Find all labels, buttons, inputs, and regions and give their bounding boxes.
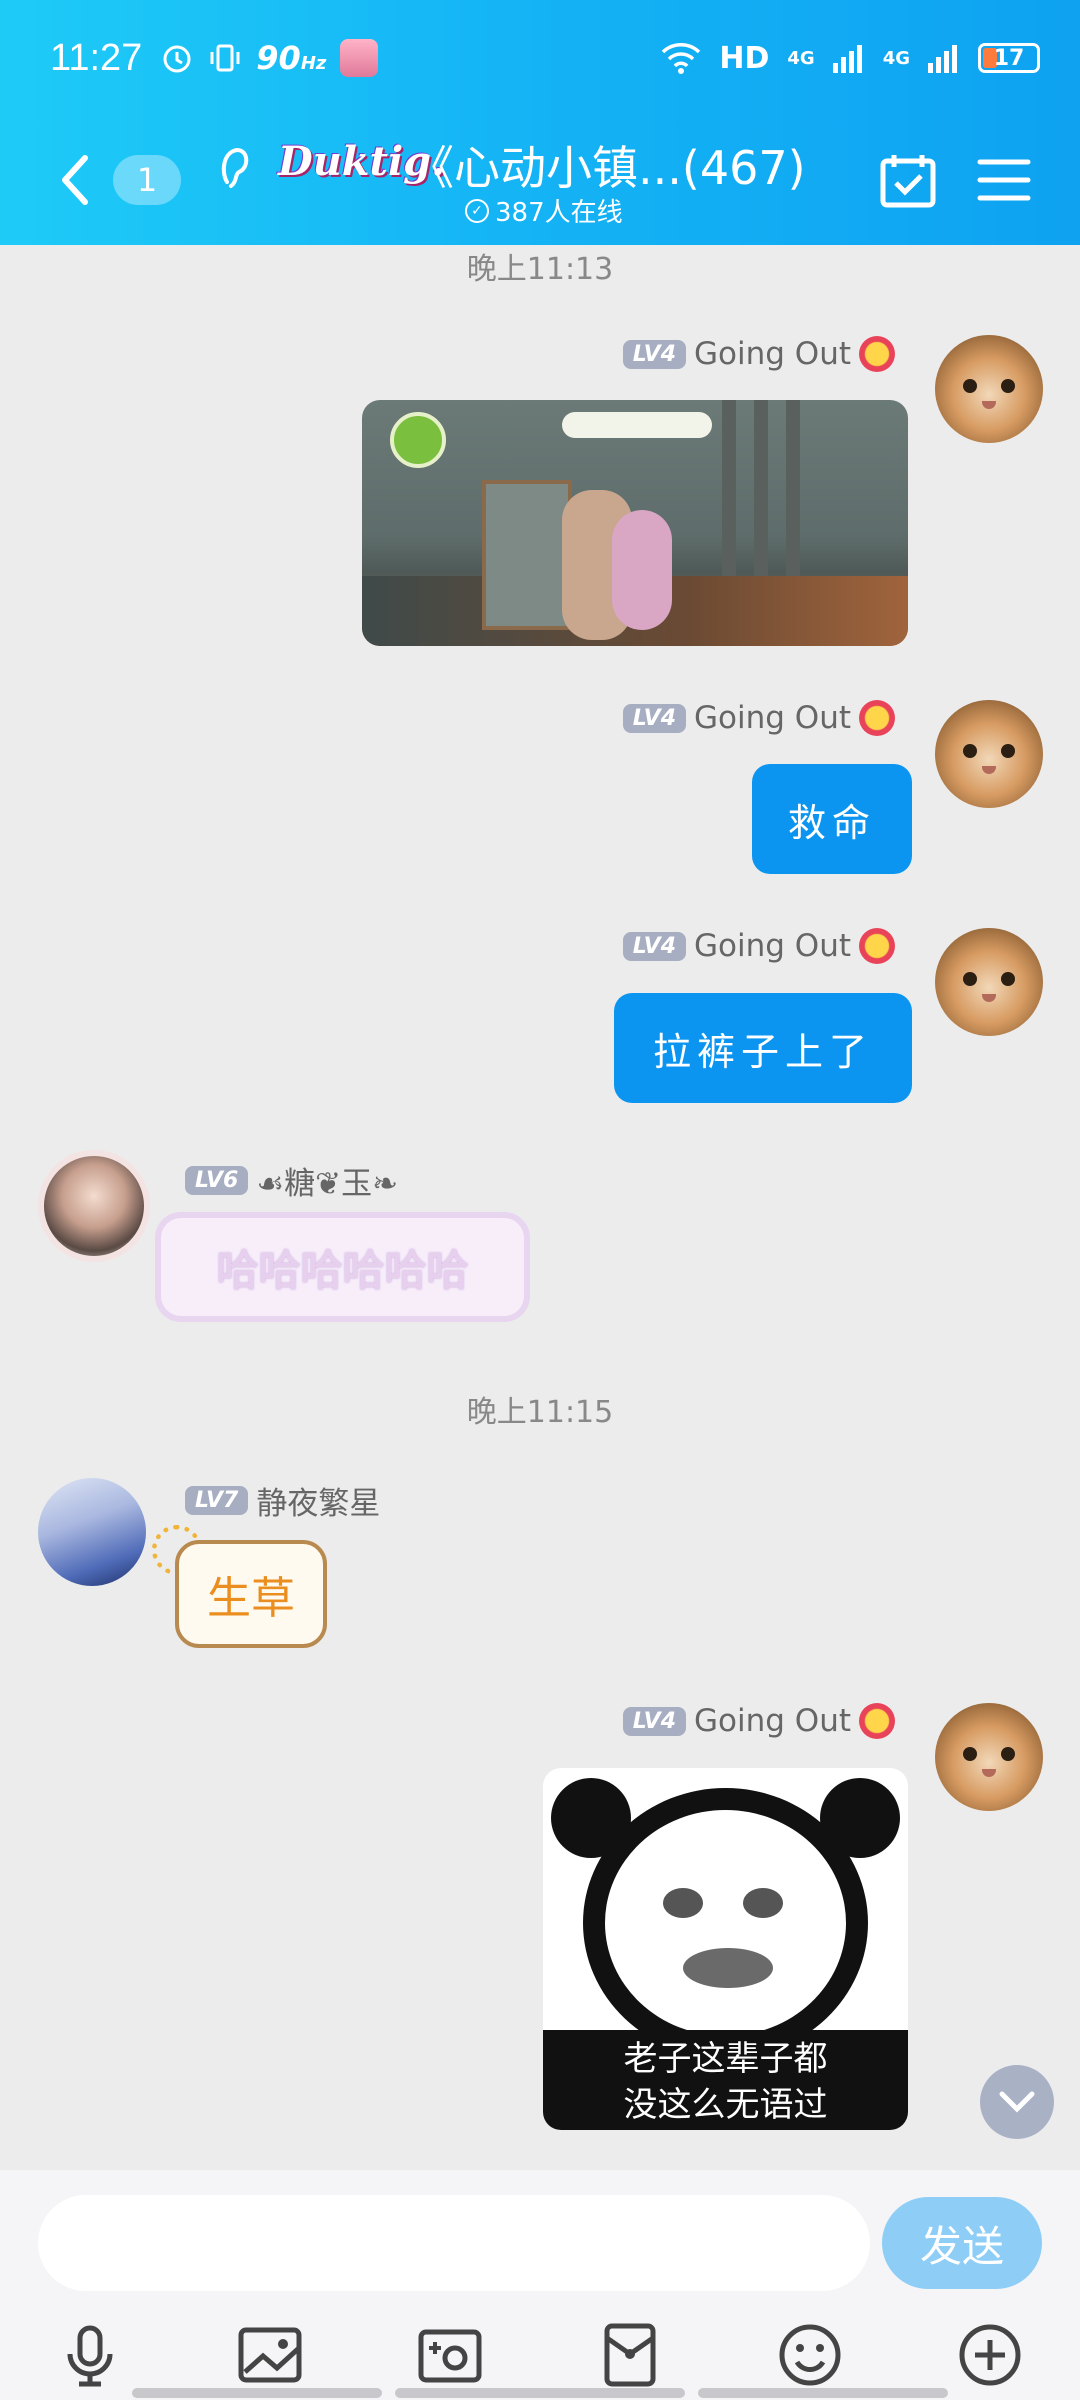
level-badge: LV4 xyxy=(622,339,687,369)
plus-icon[interactable] xyxy=(955,2320,1025,2390)
avatar[interactable] xyxy=(38,1150,150,1262)
meme-image-message[interactable]: 老子这辈子都 没这么无语过 xyxy=(543,1768,908,2130)
scroll-to-bottom-button[interactable] xyxy=(980,2065,1054,2139)
sender-name[interactable]: Going Out xyxy=(694,700,851,736)
input-area: 发送 xyxy=(0,2170,1080,2400)
online-check-icon: ✓ xyxy=(465,198,489,223)
timestamp: 晚上11:15 xyxy=(466,1395,614,1430)
signal-label-2: 4G xyxy=(882,47,910,69)
refresh-rate: 90Hz xyxy=(256,39,327,77)
face-badge-icon xyxy=(859,700,895,736)
online-count: ✓ 387人在线 xyxy=(465,192,623,229)
face-badge-icon xyxy=(859,336,895,372)
status-time: 11:27 xyxy=(50,36,143,79)
sender-name[interactable]: ☙糖❦玉❧ xyxy=(256,1158,398,1203)
avatar[interactable] xyxy=(935,1703,1043,1811)
wifi-icon xyxy=(662,43,701,74)
level-badge: LV4 xyxy=(622,703,687,733)
emoji-icon[interactable] xyxy=(775,2320,845,2390)
signal-icon xyxy=(832,45,862,73)
battery-icon: 17 xyxy=(978,43,1040,73)
avatar[interactable] xyxy=(935,928,1043,1036)
sender-info: LV4 Going Out xyxy=(622,336,895,372)
face-badge-icon xyxy=(859,928,895,964)
notification-app-icon xyxy=(340,39,379,77)
group-title[interactable]: 《心动小镇...(467) xyxy=(408,132,806,198)
alarm-icon xyxy=(163,45,191,73)
sender-info: LV4 Going Out xyxy=(622,928,895,964)
menu-icon[interactable] xyxy=(976,156,1032,204)
message-bubble[interactable]: 救命 xyxy=(752,764,912,874)
level-badge: LV4 xyxy=(622,1706,687,1736)
sender-info: LV4 Going Out xyxy=(622,700,895,736)
microphone-icon[interactable] xyxy=(55,2320,125,2390)
message-input[interactable] xyxy=(38,2195,870,2291)
signal-label-1: 4G xyxy=(787,47,815,69)
nav-bar: 1 Duktig. 《心动小镇...(467) ✓ 387人在线 xyxy=(0,120,1080,240)
home-indicator xyxy=(698,2388,948,2398)
sender-name[interactable]: Going Out xyxy=(694,928,851,964)
face-badge-icon xyxy=(859,1703,895,1739)
avatar[interactable] xyxy=(935,700,1043,808)
image-message[interactable] xyxy=(362,400,908,646)
home-indicator xyxy=(395,2388,685,2398)
chevron-down-icon xyxy=(999,2091,1035,2113)
camera-icon[interactable] xyxy=(415,2320,485,2390)
vibrate-icon xyxy=(210,44,240,72)
level-badge: LV6 xyxy=(185,1166,249,1195)
meme-caption: 老子这辈子都 没这么无语过 xyxy=(623,2039,828,2125)
message-bubble[interactable]: 拉裤子上了 xyxy=(614,993,912,1103)
signal-icon xyxy=(928,45,957,73)
hd-label: HD xyxy=(719,40,770,76)
image-icon[interactable] xyxy=(235,2320,305,2390)
level-badge: LV4 xyxy=(622,931,687,961)
back-arrow-icon[interactable] xyxy=(55,150,95,210)
red-packet-icon[interactable] xyxy=(595,2320,665,2390)
level-badge: LV7 xyxy=(185,1486,249,1515)
sticker-bubble[interactable]: 生草 xyxy=(175,1540,327,1648)
avatar[interactable] xyxy=(935,335,1043,443)
send-button[interactable]: 发送 xyxy=(882,2197,1042,2289)
status-bar: 11:27 90Hz HD 4G 4G 17 xyxy=(50,30,1040,86)
calendar-check-icon[interactable] xyxy=(880,153,936,209)
sender-name[interactable]: Going Out xyxy=(694,336,851,372)
sender-name[interactable]: Going Out xyxy=(694,1703,851,1739)
sender-info: LV7 静夜繁星 xyxy=(185,1478,380,1523)
sticker-bubble[interactable]: 哈哈哈哈哈哈 xyxy=(155,1212,530,1322)
sender-info: LV6 ☙糖❦玉❧ xyxy=(185,1158,398,1203)
chat-header: 11:27 90Hz HD 4G 4G 17 1 Duktig. 《心动小镇..… xyxy=(0,0,1080,245)
avatar[interactable] xyxy=(38,1478,146,1586)
unread-count-badge[interactable]: 1 xyxy=(113,155,181,205)
ear-icon[interactable] xyxy=(215,142,255,192)
sender-name[interactable]: 静夜繁星 xyxy=(256,1478,380,1523)
sender-info: LV4 Going Out xyxy=(622,1703,895,1739)
home-indicator xyxy=(132,2388,382,2398)
timestamp: 晚上11:13 xyxy=(466,252,614,287)
